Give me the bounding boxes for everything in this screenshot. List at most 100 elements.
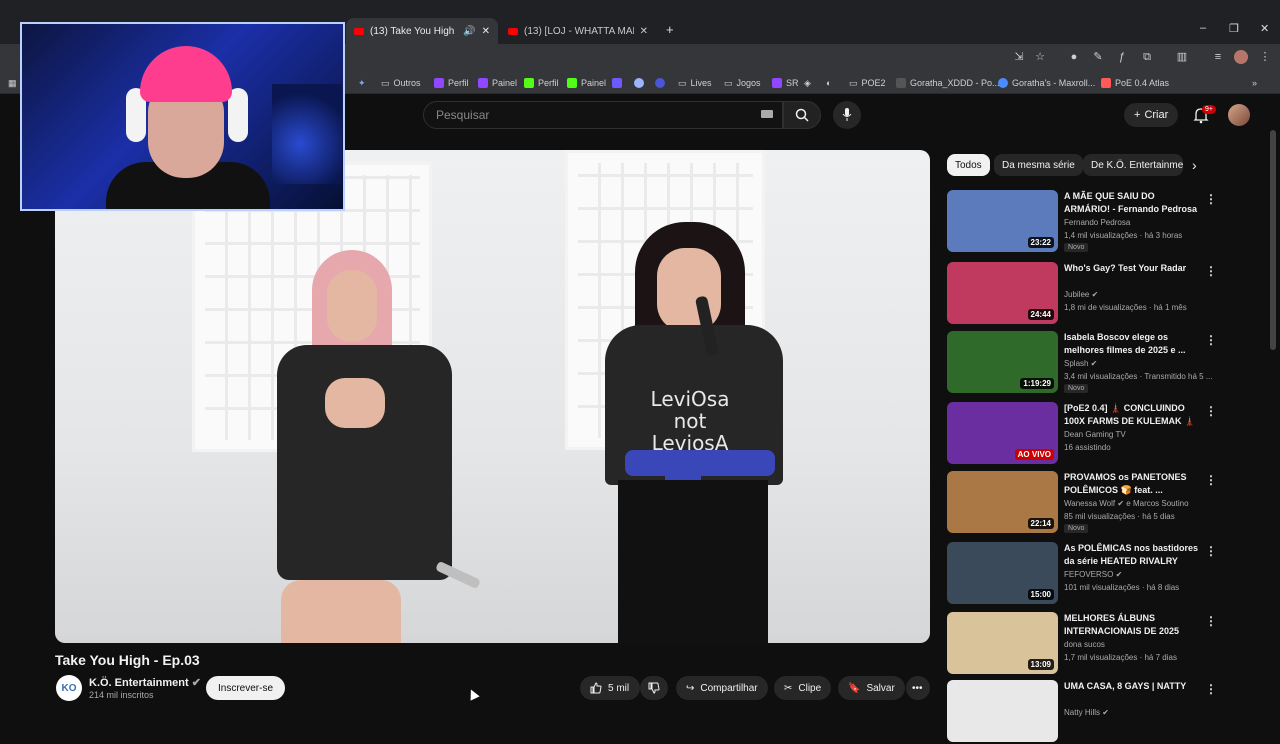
bookmark-icon-5[interactable]: ◐ [826,76,831,90]
more-options-icon[interactable]: ⋮ [1205,682,1217,696]
subscribe-button[interactable]: Inscrever-se [206,676,286,700]
search-button[interactable] [783,101,821,129]
keyboard-icon[interactable] [761,110,773,118]
chip-da-mesma-serie[interactable]: Da mesma série [994,154,1083,176]
recommendation-item[interactable]: 24:44 Who's Gay? Test Your Radar Jubilee ✔… [947,262,1262,326]
sparkle-icon[interactable]: ✦ [358,76,366,90]
close-window-button[interactable]: ✕ [1260,22,1269,35]
media-icon[interactable]: ≡ [1211,50,1225,64]
close-tab-icon[interactable]: ✕ [482,26,490,37]
chip-de-ko-entertainment[interactable]: De K.Ö. Entertainment [1083,154,1183,176]
bookmark-icon-4[interactable]: ◈ [804,76,811,90]
channel-name[interactable]: dona sucos [1064,640,1204,649]
new-tab-button[interactable]: + [666,22,674,37]
pen-icon[interactable]: ✎ [1091,50,1105,64]
recommendation-item[interactable]: 23:22 A MÃE QUE SAIU DO ARMÁRIO! - Fernan… [947,190,1262,254]
channel-name[interactable]: Jubilee ✔ [1064,290,1204,299]
video-player[interactable]: LeviOsa not LeviosA [55,150,930,643]
video-thumbnail[interactable] [947,680,1058,742]
bookmark-star-icon[interactable]: ☆ [1033,50,1047,64]
bookmark-painel-twitch[interactable]: Painel [478,76,517,90]
bookmark-lives[interactable]: ▭ Lives [678,76,712,90]
video-title[interactable]: [PoE2 0.4] 🗼 CONCLUINDO 100X FARMS DE KU… [1064,402,1202,428]
bookmark-perfil-twitch[interactable]: Perfil [434,76,469,90]
more-options-icon[interactable]: ⋮ [1205,614,1217,628]
channel-name[interactable]: FEFOVERSO ✔ [1064,570,1204,579]
video-title[interactable]: MELHORES ÁLBUNS INTERNACIONAIS DE 2025 [1064,612,1202,638]
sidebar-icon[interactable]: ▥ [1175,50,1189,64]
video-thumbnail[interactable]: AO VIVO [947,402,1058,464]
tab-whatta-man[interactable]: (13) [LOJ - WHATTA MAN] Con ✕ [500,18,656,44]
close-tab-icon[interactable]: ✕ [640,26,648,37]
channel-name[interactable]: Fernando Pedrosa [1064,218,1204,227]
bookmark-icon-3[interactable] [655,76,665,90]
clip-button[interactable]: ✂ Clipe [774,676,832,700]
dislike-button[interactable] [640,676,668,700]
tab-take-you-high[interactable]: (13) Take You High - Ep.03 🔊 ✕ [346,18,498,44]
video-title[interactable]: A MÃE QUE SAIU DO ARMÁRIO! - Fernando Pe… [1064,190,1202,216]
chip-todos[interactable]: Todos [947,154,990,176]
recommendation-item[interactable]: 1:19:29 Isabela Boscov elege os melhores … [947,331,1262,395]
channel-avatar[interactable]: KO [56,675,82,701]
video-thumbnail[interactable]: 22:14 [947,471,1058,533]
channel-name[interactable]: Wanessa Wolf ✔ e Marcos Soutino [1064,499,1204,508]
restore-button[interactable]: ❐ [1229,22,1239,35]
extension-icon[interactable]: ● [1067,50,1081,64]
channel-name[interactable]: Splash ✔ [1064,359,1204,368]
more-options-icon[interactable]: ⋮ [1205,333,1217,347]
share-button[interactable]: ↪ Compartilhar [676,676,768,700]
search-input[interactable]: Pesquisar [423,101,783,129]
bookmark-goratha-po[interactable]: Goratha_XDDD - Po... [896,76,1000,90]
bookmark-icon-2[interactable] [634,76,644,90]
more-actions-button[interactable]: ••• [906,676,930,700]
bookmark-outros[interactable]: ▭ Outros [381,76,421,90]
more-options-icon[interactable]: ⋮ [1205,404,1217,418]
scrollbar[interactable] [1270,130,1276,350]
like-button[interactable]: 5 mil [580,676,640,700]
more-options-icon[interactable]: ⋮ [1205,264,1217,278]
recommendation-item[interactable]: 13:09 MELHORES ÁLBUNS INTERNACIONAIS DE 2… [947,612,1262,676]
recommendation-item[interactable]: AO VIVO [PoE2 0.4] 🗼 CONCLUINDO 100X FARM… [947,402,1262,466]
video-title[interactable]: Who's Gay? Test Your Radar [1064,262,1202,275]
more-options-icon[interactable]: ⋮ [1205,544,1217,558]
bookmark-poe2[interactable]: ▭ POE2 [849,76,886,90]
video-thumbnail[interactable]: 15:00 [947,542,1058,604]
channel-name[interactable]: Dean Gaming TV [1064,430,1204,439]
avatar[interactable] [1228,104,1250,126]
more-options-icon[interactable]: ⋮ [1205,473,1217,487]
chevron-right-icon[interactable]: › [1192,157,1197,173]
more-bookmarks-icon[interactable]: » [1252,76,1257,90]
menu-icon[interactable]: ⋮ [1258,50,1272,64]
video-title[interactable]: As POLÊMICAS nos bastidores da série HEA… [1064,542,1202,568]
bookmark-perfil-kick[interactable]: Perfil [524,76,559,90]
minimize-button[interactable]: – [1200,22,1206,34]
recommendation-item[interactable]: 22:14 PROVAMOS os PANETONES POLÊMICOS 🍞 f… [947,471,1262,535]
more-options-icon[interactable]: ⋮ [1205,192,1217,206]
recommendation-item[interactable]: 15:00 As POLÊMICAS nos bastidores da séri… [947,542,1262,606]
video-thumbnail[interactable]: 1:19:29 [947,331,1058,393]
video-thumbnail[interactable]: 13:09 [947,612,1058,674]
bookmark-icon-1[interactable] [612,76,622,90]
bookmark-goratha-maxroll[interactable]: Goratha's - Maxroll... [998,76,1095,90]
install-icon[interactable]: ⇲ [1012,50,1026,64]
apps-icon[interactable]: ▦ [8,76,17,90]
video-title[interactable]: PROVAMOS os PANETONES POLÊMICOS 🍞 feat. … [1064,471,1202,497]
voice-search-button[interactable] [833,101,861,129]
video-thumbnail[interactable]: 23:22 [947,190,1058,252]
script-icon[interactable]: ƒ [1115,50,1129,64]
video-title[interactable]: Isabela Boscov elege os melhores filmes … [1064,331,1202,357]
puzzle-icon[interactable]: ⧉ [1140,50,1154,64]
recommendation-item[interactable]: UMA CASA, 8 GAYS | NATTY Natty Hills ✔ ⋮ [947,680,1262,744]
bookmark-poe-atlas[interactable]: PoE 0.4 Atlas [1101,76,1169,90]
bookmark-sr[interactable]: SR [772,76,799,90]
bookmark-jogos[interactable]: ▭ Jogos [724,76,761,90]
bookmark-painel-kick[interactable]: Painel [567,76,606,90]
channel-name[interactable]: K.Ö. Entertainment ✔ [89,676,201,689]
speaker-icon[interactable]: 🔊 [463,26,475,37]
create-button[interactable]: + Criar [1124,103,1179,127]
channel-name[interactable]: Natty Hills ✔ [1064,708,1204,717]
video-thumbnail[interactable]: 24:44 [947,262,1058,324]
profile-icon[interactable] [1234,50,1248,64]
video-title[interactable]: UMA CASA, 8 GAYS | NATTY [1064,680,1202,693]
save-button[interactable]: 🔖 Salvar [838,676,905,700]
